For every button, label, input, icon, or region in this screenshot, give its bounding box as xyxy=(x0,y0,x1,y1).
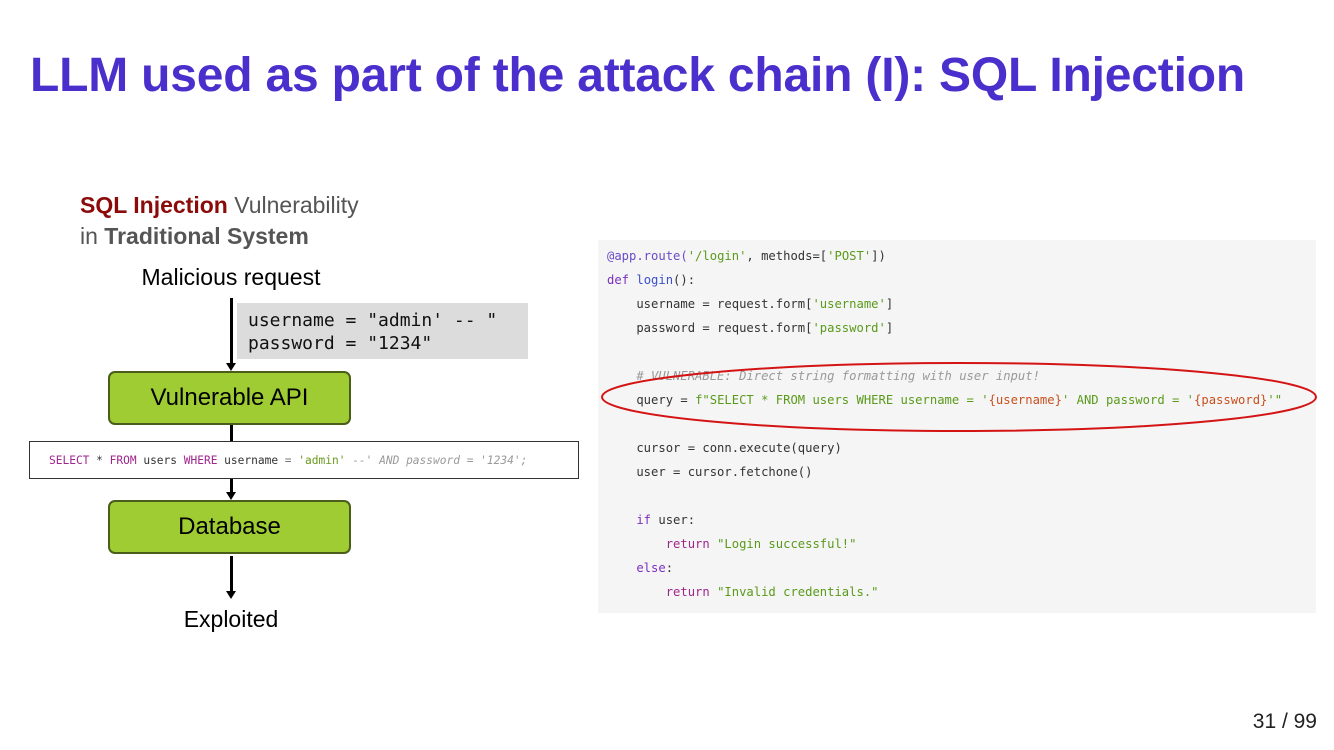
code-password-assign: password = request.form[ xyxy=(607,321,813,335)
code-fstring-part1: f"SELECT * FROM users WHERE username = ' xyxy=(695,393,989,407)
code-password-var: {password} xyxy=(1194,393,1268,407)
code-line-2: def login(): xyxy=(607,268,695,292)
arrow-head-3 xyxy=(226,591,236,599)
database-box: Database xyxy=(108,500,351,554)
code-line-1: @app.route('/login', methods=['POST']) xyxy=(607,244,886,268)
code-line-3: username = request.form['username'] xyxy=(607,292,893,316)
sql-query-box: SELECT * FROM users WHERE username = 'ad… xyxy=(29,441,579,479)
arrow-head-2 xyxy=(226,492,236,500)
query-star: * xyxy=(89,453,110,467)
code-panel: @app.route('/login', methods=['POST']) d… xyxy=(598,240,1316,613)
query-table: users xyxy=(136,453,184,467)
code-password-key: 'password' xyxy=(812,321,886,335)
input-password-line: password = "1234" xyxy=(248,333,433,354)
page-number: 31 / 99 xyxy=(1252,710,1317,733)
input-username-line: username = "admin' -- " xyxy=(248,310,498,331)
arrow-api-to-query xyxy=(230,425,233,441)
code-line-return-invalid: return "Invalid credentials." xyxy=(607,580,879,604)
query-space xyxy=(292,454,299,467)
code-query-assign: query = xyxy=(607,393,696,407)
code-route-string: '/login' xyxy=(687,249,747,263)
code-methods: , methods=[ xyxy=(746,249,828,263)
code-success-string: "Login successful!" xyxy=(709,537,857,551)
subtitle-sql-injection: SQL Injection xyxy=(80,192,228,218)
code-if-keyword: if xyxy=(607,513,652,527)
code-line-fetch: user = cursor.fetchone() xyxy=(607,465,813,479)
slide-title: LLM used as part of the attack chain (I)… xyxy=(30,49,1245,102)
code-colon: : xyxy=(665,561,674,575)
arrow-request-to-api xyxy=(230,298,233,364)
query-equals: = xyxy=(284,453,292,467)
query-commented-rest: --' AND password = '1234'; xyxy=(345,453,528,467)
code-username-key: 'username' xyxy=(812,297,886,311)
query-from-keyword: FROM xyxy=(109,453,137,467)
code-username-assign: username = request.form[ xyxy=(607,297,813,311)
code-post-string: 'POST' xyxy=(827,249,872,263)
arrow-head-1 xyxy=(226,363,236,371)
code-line-if: if user: xyxy=(607,508,695,532)
code-bracket: ] xyxy=(885,321,894,335)
code-parens: (): xyxy=(673,273,696,287)
arrow-query-to-db xyxy=(230,479,233,493)
code-decorator: @app.route( xyxy=(607,249,688,263)
code-line-4: password = request.form['password'] xyxy=(607,316,893,340)
exploited-label: Exploited xyxy=(183,606,279,632)
code-if-condition: user: xyxy=(651,513,696,527)
code-username-var: {username} xyxy=(988,393,1062,407)
code-def-keyword: def xyxy=(607,273,630,287)
code-line-comment: # VULNERABLE: Direct string formatting w… xyxy=(607,369,1040,383)
code-invalid-string: "Invalid credentials." xyxy=(709,585,879,599)
code-function-name: login xyxy=(629,273,674,287)
code-return-keyword: return xyxy=(607,585,710,599)
code-line-cursor: cursor = conn.execute(query) xyxy=(607,441,842,455)
code-bracket-end: ]) xyxy=(871,249,886,263)
malicious-input-box: username = "admin' -- " password = "1234… xyxy=(237,303,528,359)
subtitle-vulnerability: Vulnerability xyxy=(227,192,359,218)
code-line-query: query = f"SELECT * FROM users WHERE user… xyxy=(607,388,1282,412)
code-line-return-success: return "Login successful!" xyxy=(607,532,857,556)
code-fstring-end: '" xyxy=(1267,393,1283,407)
query-select-keyword: SELECT xyxy=(49,453,90,467)
code-return-keyword: return xyxy=(607,537,710,551)
query-admin-value: 'admin' xyxy=(298,453,346,467)
query-where-keyword: WHERE xyxy=(183,453,218,467)
malicious-request-label: Malicious request xyxy=(141,264,321,290)
subtitle-in: in xyxy=(80,223,105,249)
subtitle-traditional-system: Traditional System xyxy=(104,223,309,249)
section-subtitle: SQL Injection Vulnerability in Tradition… xyxy=(80,190,359,252)
arrow-db-to-exploited xyxy=(230,556,233,592)
code-line-else: else: xyxy=(607,556,673,580)
query-column: username xyxy=(217,453,285,467)
code-fstring-part2: ' AND password = ' xyxy=(1061,393,1195,407)
code-else-keyword: else xyxy=(607,561,666,575)
code-bracket: ] xyxy=(885,297,894,311)
vulnerable-api-box: Vulnerable API xyxy=(108,371,351,425)
